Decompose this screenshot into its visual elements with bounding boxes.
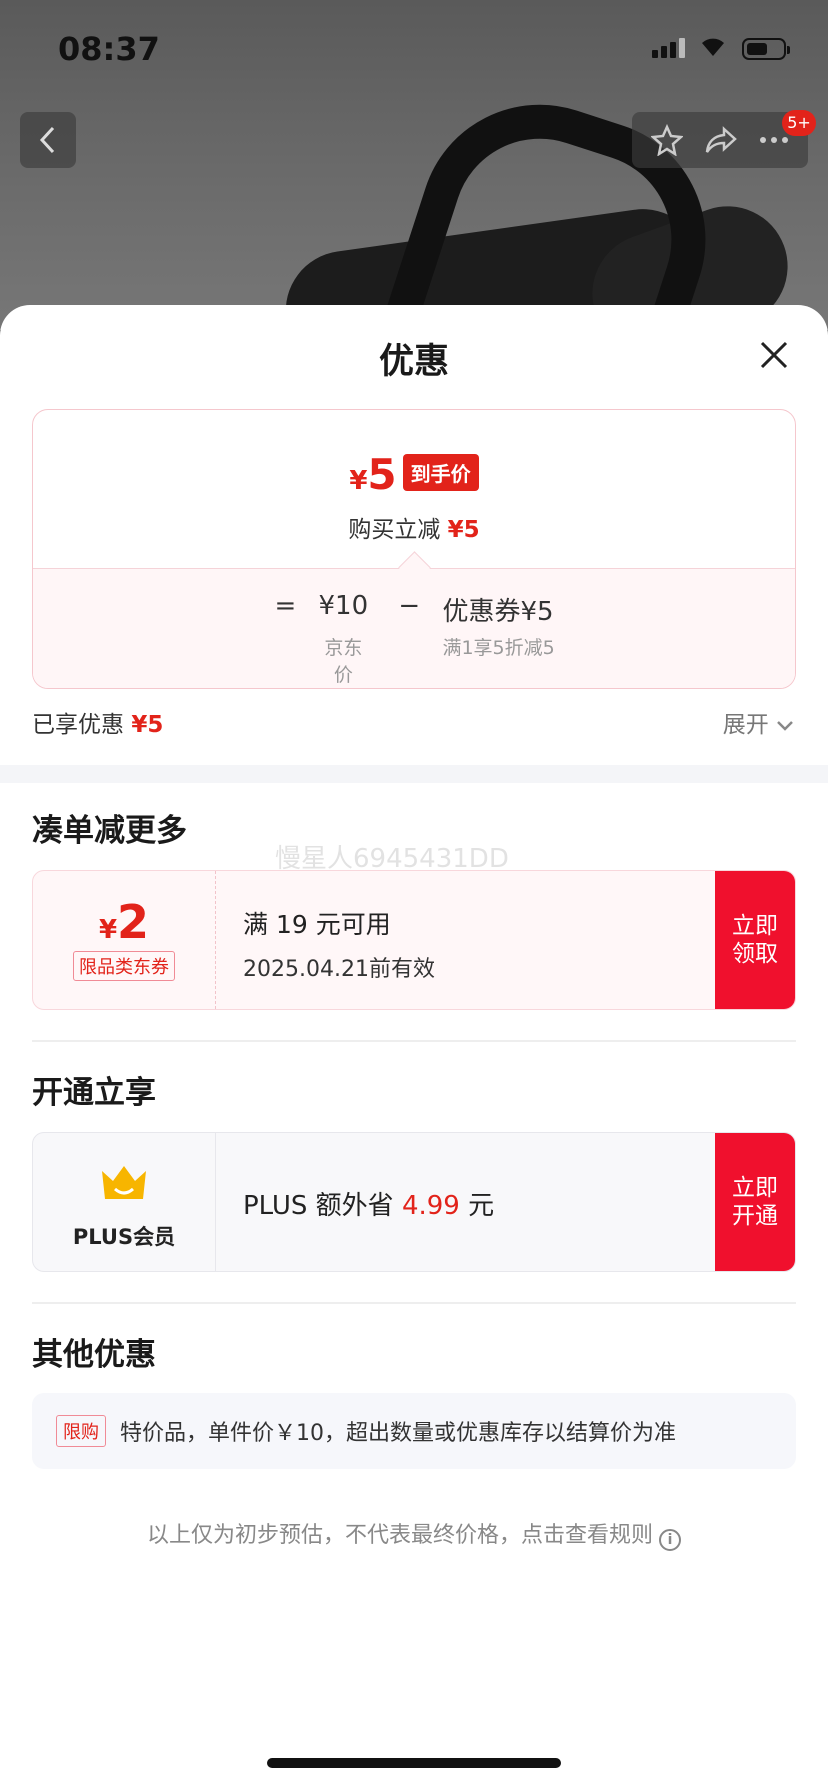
equals-sign: = (274, 591, 297, 621)
coupon-value: ¥2 限品类东券 (33, 871, 216, 1009)
plus-badge: PLUS会员 (33, 1133, 216, 1271)
coupon-deduction: 优惠券¥5 (442, 597, 554, 627)
message-count-badge: 5+ (782, 110, 816, 136)
section-divider (0, 765, 828, 783)
coupon-validity: 2025.04.21前有效 (243, 957, 435, 982)
plus-savings-suffix: 元 (459, 1191, 495, 1221)
status-time: 08:37 (58, 30, 160, 68)
enjoyed-discount: 已享优惠 ¥5 (32, 705, 163, 739)
enjoyed-label: 已享优惠 (32, 712, 124, 738)
more-icon[interactable] (759, 136, 789, 144)
expand-label: 展开 (722, 712, 769, 738)
currency-symbol: ¥ (349, 466, 368, 496)
coupon-amount: ¥2 (33, 895, 215, 949)
claim-coupon-button[interactable]: 立即 领取 (715, 871, 795, 1009)
activate-plus-label: 立即 开通 (732, 1174, 778, 1230)
back-button[interactable] (20, 112, 76, 168)
minus-sign: − (398, 591, 421, 621)
home-indicator (267, 1758, 561, 1768)
plus-savings-text: PLUS 额外省 4.99 元 (243, 1185, 494, 1222)
claim-line-2: 领取 (732, 941, 778, 967)
plus-membership-card: PLUS会员 PLUS 额外省 4.99 元 立即 开通 (32, 1132, 796, 1272)
claim-line-1: 立即 (732, 913, 778, 939)
divider (32, 1040, 796, 1042)
footnote-text: 以上仅为初步预估，不代表最终价格，点击查看规则 (146, 1523, 653, 1548)
info-icon: i (659, 1529, 681, 1551)
coupon-block: 优惠券¥5 满1享5折减5 (442, 591, 554, 659)
final-price-area: ¥5 到手价 购买立减 ¥5 (33, 410, 795, 568)
section-title-plus: 开通立享 (32, 1075, 156, 1111)
reduction-amount: ¥5 (447, 517, 480, 543)
coupon-type-tag: 限品类东券 (73, 951, 175, 981)
expand-button[interactable]: 展开 (723, 705, 794, 739)
divider (32, 1302, 796, 1304)
sheet-title: 优惠 (378, 342, 449, 382)
final-price-value: 5 (367, 450, 397, 499)
other-discount-text: 特价品，单件价￥10，超出数量或优惠库存以结算价为准 (120, 1421, 676, 1446)
jd-price-label: 京东价 (324, 637, 363, 686)
other-discount-item: 限购 特价品，单件价￥10，超出数量或优惠库存以结算价为准 (32, 1393, 796, 1469)
section-title-other: 其他优惠 (32, 1337, 156, 1373)
crown-icon (102, 1166, 146, 1199)
plus-savings-prefix: PLUS 额外省 (243, 1191, 402, 1221)
price-formula: = ¥10 京东价 − 优惠券¥5 满1享5折减5 (33, 568, 795, 688)
wifi-icon (698, 34, 728, 62)
close-icon (760, 341, 788, 369)
final-price-tag: 到手价 (402, 454, 479, 491)
battery-icon (742, 38, 790, 60)
formula-row: = ¥10 京东价 − 优惠券¥5 满1享5折减5 (33, 591, 795, 686)
activate-line-1: 立即 (732, 1175, 778, 1201)
status-bar: 08:37 (0, 0, 828, 90)
activate-plus-button[interactable]: 立即 开通 (715, 1133, 795, 1271)
final-price: ¥5 到手价 (33, 450, 795, 499)
price-breakdown-card: ¥5 到手价 购买立减 ¥5 = ¥10 京东价 − 优惠券¥5 满1享5折减5 (32, 409, 796, 689)
claim-coupon-label: 立即 领取 (732, 912, 778, 968)
purchase-limit-tag: 限购 (56, 1415, 106, 1447)
plus-membership-label: PLUS会员 (72, 1225, 176, 1249)
chevron-down-icon (777, 721, 793, 731)
coupon-description: 满1享5折减5 (442, 637, 555, 659)
coupon-currency: ¥ (98, 915, 118, 945)
coupon-card: ¥2 限品类东券 满 19 元可用 2025.04.21前有效 立即 领取 (32, 870, 796, 1010)
reduction-label: 购买立减 (348, 517, 441, 543)
enjoyed-amount: ¥5 (131, 712, 164, 738)
discount-sheet: 优惠 ¥5 到手价 购买立减 ¥5 = ¥10 京东价 − 优惠券¥5 满1享5… (0, 305, 828, 1792)
cellular-signal-icon (652, 38, 688, 58)
rules-footnote[interactable]: 以上仅为初步预估，不代表最终价格，点击查看规则 i (0, 1517, 828, 1551)
coupon-condition: 满 19 元可用 (243, 910, 391, 939)
activate-line-2: 开通 (732, 1203, 778, 1229)
jd-price-block: ¥10 京东价 (318, 591, 369, 686)
star-icon[interactable] (650, 124, 683, 156)
close-button[interactable] (756, 337, 792, 373)
share-icon[interactable] (704, 125, 738, 155)
plus-savings-amount: 4.99 (401, 1191, 460, 1221)
jd-price: ¥10 (318, 591, 369, 621)
section-title-more: 凑单减更多 (32, 813, 187, 849)
coupon-amount-value: 2 (117, 895, 150, 949)
instant-reduction: 购买立减 ¥5 (33, 510, 795, 544)
chevron-left-icon (39, 126, 55, 154)
